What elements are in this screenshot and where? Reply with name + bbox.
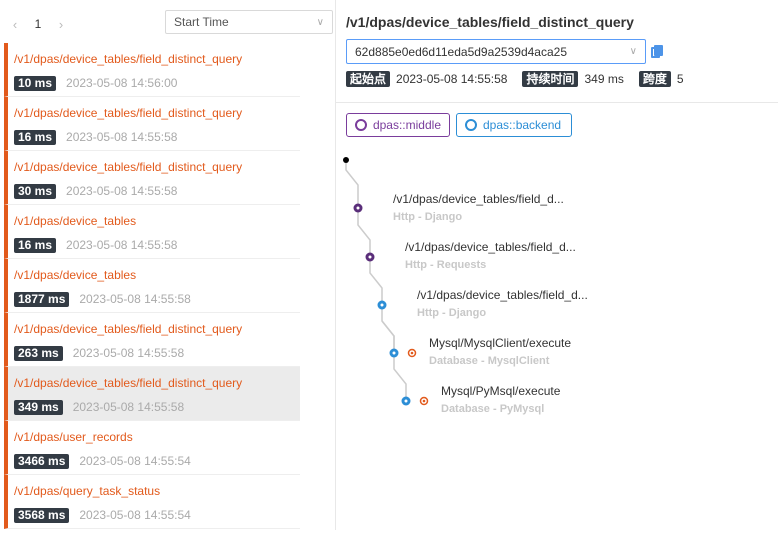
list-item-endpoint: /v1/dpas/device_tables [14,268,137,282]
pagination: ‹ 1 › [4,11,72,37]
list-item-time: 2023-05-08 14:55:58 [72,346,185,360]
chevron-down-icon: ∨ [316,16,324,28]
divider [336,102,778,103]
service-name: dpas::backend [483,118,562,132]
start-value: 2023-05-08 14:55:58 [396,71,508,86]
list-item-endpoint: /v1/dpas/device_tables/field_distinct_qu… [14,160,243,174]
duration-badge: 1877 ms [14,291,70,307]
list-item-time: 2023-05-08 14:56:00 [66,76,178,90]
list-item-time: 2023-05-08 14:55:58 [66,238,178,252]
trace-id-select[interactable]: 62d885e0ed6d11eda5d9a2539d4aca25 ∨ [346,39,646,64]
span-node-center [368,255,372,259]
span-component: Http - Django [417,307,487,319]
trace-list-panel: ‹ 1 › Start Time ∨ /v1/dpas/device_table… [0,0,336,530]
duration-badge: 30 ms [14,183,57,199]
error-indicator-dot [410,351,414,355]
duration-badge: 349 ms [14,399,63,415]
list-item[interactable]: /v1/dpas/device_tables 1877 ms 2023-05-08… [4,259,300,313]
span-label[interactable]: /v1/dpas/device_tables/field_d... [405,240,576,254]
trace-list: /v1/dpas/device_tables/field_distinct_qu… [4,43,300,529]
span-label: 跨度 [638,70,671,87]
circle-icon [355,119,367,131]
span-label[interactable]: Mysql/PyMsql/execute [441,384,560,398]
duration-badge: 16 ms [14,237,57,253]
list-item-endpoint: /v1/dpas/device_tables [14,214,137,228]
list-item[interactable]: /v1/dpas/query_task_status 3568 ms 2023-0… [4,475,300,529]
service-tag-middle[interactable]: dpas::middle [346,113,450,137]
duration-value: 349 ms [584,71,624,86]
list-item-time: 2023-05-08 14:55:58 [66,130,178,144]
duration-badge: 10 ms [14,75,57,91]
list-item[interactable]: /v1/dpas/device_tables/field_distinct_qu… [4,97,300,151]
list-item[interactable]: /v1/dpas/device_tables/field_distinct_qu… [4,151,300,205]
list-item-time: 2023-05-08 14:55:54 [79,508,191,522]
chevron-right-icon[interactable]: › [50,11,72,37]
service-tag-backend[interactable]: dpas::backend [456,113,572,137]
circle-icon [465,119,477,131]
list-item-endpoint: /v1/dpas/query_task_status [14,484,161,498]
page-title: /v1/dpas/device_tables/field_distinct_qu… [346,14,634,30]
span-label[interactable]: Mysql/MysqlClient/execute [429,336,571,350]
span-label[interactable]: /v1/dpas/device_tables/field_d... [417,288,588,302]
chevron-left-icon[interactable]: ‹ [4,11,26,37]
list-item[interactable]: /v1/dpas/device_tables 16 ms 2023-05-08 1… [4,205,300,259]
duration-badge: 3466 ms [14,453,70,469]
trace-info-bar: 起始点 2023-05-08 14:55:58 持续时间 349 ms 跨度 5 [346,70,699,87]
duration-badge: 16 ms [14,129,57,145]
service-name: dpas::middle [372,118,441,132]
list-item[interactable]: /v1/dpas/device_tables/field_distinct_qu… [4,313,300,367]
list-item-endpoint: /v1/dpas/device_tables/field_distinct_qu… [14,322,243,336]
span-node-center [356,206,360,210]
list-item[interactable]: /v1/dpas/user_records 3466 ms 2023-05-08 … [4,421,300,475]
span-node-center [404,399,408,403]
span-component: Database - PyMysql [441,403,545,415]
span-node-center [380,303,384,307]
duration-badge: 3568 ms [14,507,70,523]
list-item-time: 2023-05-08 14:55:54 [79,454,191,468]
root-node [343,157,349,163]
span-value: 5 [676,71,684,86]
list-item-time: 2023-05-08 14:55:58 [79,292,191,306]
trace-id-value: 62d885e0ed6d11eda5d9a2539d4aca25 [355,44,567,59]
list-item[interactable]: /v1/dpas/device_tables/field_distinct_qu… [4,43,300,97]
span-component: Database - MysqlClient [429,355,550,367]
list-item-time: 2023-05-08 14:55:58 [72,400,185,414]
trace-tree: /v1/dpas/device_tables/field_d... Http - … [336,150,778,430]
list-item-time: 2023-05-08 14:55:58 [66,184,178,198]
duration-label: 持续时间 [522,70,579,87]
span-component: Http - Django [393,211,463,223]
sort-select[interactable]: Start Time ∨ [165,10,333,34]
list-item-endpoint: /v1/dpas/device_tables/field_distinct_qu… [14,376,243,390]
list-item-endpoint: /v1/dpas/device_tables/field_distinct_qu… [14,52,243,66]
list-item-endpoint: /v1/dpas/device_tables/field_distinct_qu… [14,106,243,120]
list-item-selected[interactable]: /v1/dpas/device_tables/field_distinct_qu… [4,367,300,421]
span-node-center [392,351,396,355]
duration-badge: 263 ms [14,345,63,361]
span-component: Http - Requests [405,259,487,271]
current-page[interactable]: 1 [26,11,50,37]
chevron-down-icon: ∨ [629,46,637,57]
copy-icon[interactable] [651,45,664,59]
span-label[interactable]: /v1/dpas/device_tables/field_d... [393,192,564,206]
error-indicator-dot [422,399,426,403]
sort-select-value: Start Time [174,15,229,29]
start-label: 起始点 [346,70,391,87]
list-item-endpoint: /v1/dpas/user_records [14,430,133,444]
